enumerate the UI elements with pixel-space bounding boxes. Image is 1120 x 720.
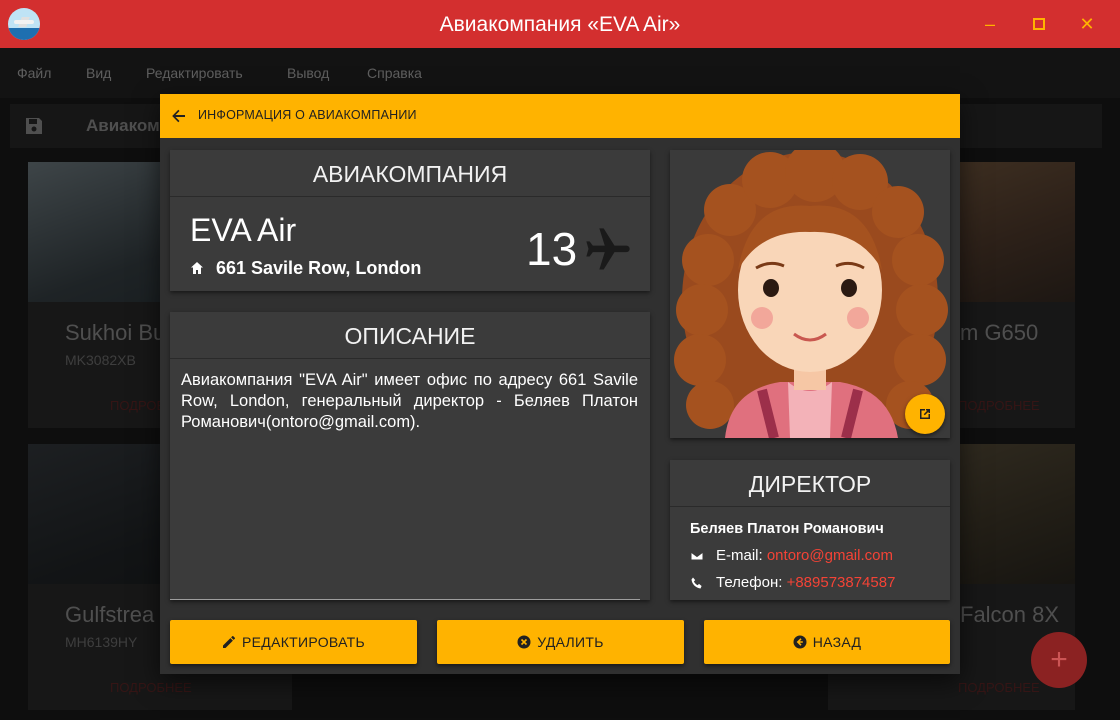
director-name: Беляев Платон Романович	[690, 521, 884, 537]
director-panel: ДИРЕКТОР Беляев Платон Романович E-mail:…	[670, 460, 950, 600]
open-external-button[interactable]	[905, 394, 945, 434]
cancel-icon	[517, 635, 531, 649]
email-link[interactable]: ontoro@gmail.com	[767, 547, 893, 564]
arrow-back-icon[interactable]	[170, 107, 188, 125]
minimize-icon[interactable]: –	[976, 10, 1004, 38]
edit-button-label: РЕДАКТИРОВАТЬ	[242, 634, 365, 650]
phone-label: Телефон:	[716, 574, 787, 591]
back-button[interactable]: НАЗАД	[704, 620, 950, 664]
maximize-icon[interactable]	[1025, 10, 1053, 38]
close-icon[interactable]: ✕	[1073, 10, 1101, 38]
description-panel: ОПИСАНИЕ Авиакомпания "EVA Air" имеет оф…	[170, 312, 650, 600]
description-underline	[170, 599, 640, 600]
title-bar: Авиакомпания «EVA Air» – ✕	[0, 0, 1120, 48]
phone-row: Телефон: +889573874587	[716, 574, 895, 591]
airline-info-dialog: ИНФОРМАЦИЯ О АВИАКОМПАНИИ АВИАКОМПАНИЯ E…	[160, 94, 960, 674]
director-avatar	[670, 150, 950, 438]
window-title: Авиакомпания «EVA Air»	[439, 13, 681, 36]
airplane-icon	[586, 228, 630, 270]
delete-button[interactable]: УДАЛИТЬ	[437, 620, 684, 664]
fleet-count: 13	[526, 223, 578, 275]
home-icon	[191, 262, 203, 274]
director-section-title: ДИРЕКТОР	[670, 460, 950, 507]
arrow-circle-left-icon	[793, 635, 807, 649]
description-text[interactable]: Авиакомпания "EVA Air" имеет офис по адр…	[181, 370, 638, 433]
back-button-label: НАЗАД	[812, 634, 862, 650]
pencil-icon	[223, 635, 236, 648]
delete-button-label: УДАЛИТЬ	[537, 634, 604, 650]
dialog-header: ИНФОРМАЦИЯ О АВИАКОМПАНИИ	[160, 94, 960, 138]
email-label: E-mail:	[716, 547, 767, 564]
phone-link[interactable]: +889573874587	[787, 574, 896, 591]
open-in-new-icon	[920, 409, 930, 419]
add-fab-button[interactable]: +	[1031, 632, 1087, 688]
email-row: E-mail: ontoro@gmail.com	[716, 547, 893, 564]
email-icon	[690, 551, 704, 561]
director-photo-panel	[670, 150, 950, 438]
airline-name: EVA Air	[190, 212, 297, 248]
airline-address: 661 Savile Row, London	[216, 258, 422, 278]
airline-panel: АВИАКОМПАНИЯ EVA Air 661 Savile Row, Lon…	[170, 150, 650, 291]
phone-icon	[691, 577, 702, 589]
description-section-title: ОПИСАНИЕ	[170, 312, 650, 359]
edit-button[interactable]: РЕДАКТИРОВАТЬ	[170, 620, 417, 664]
airline-section-title: АВИАКОМПАНИЯ	[170, 150, 650, 197]
dialog-title: ИНФОРМАЦИЯ О АВИАКОМПАНИИ	[198, 108, 417, 122]
